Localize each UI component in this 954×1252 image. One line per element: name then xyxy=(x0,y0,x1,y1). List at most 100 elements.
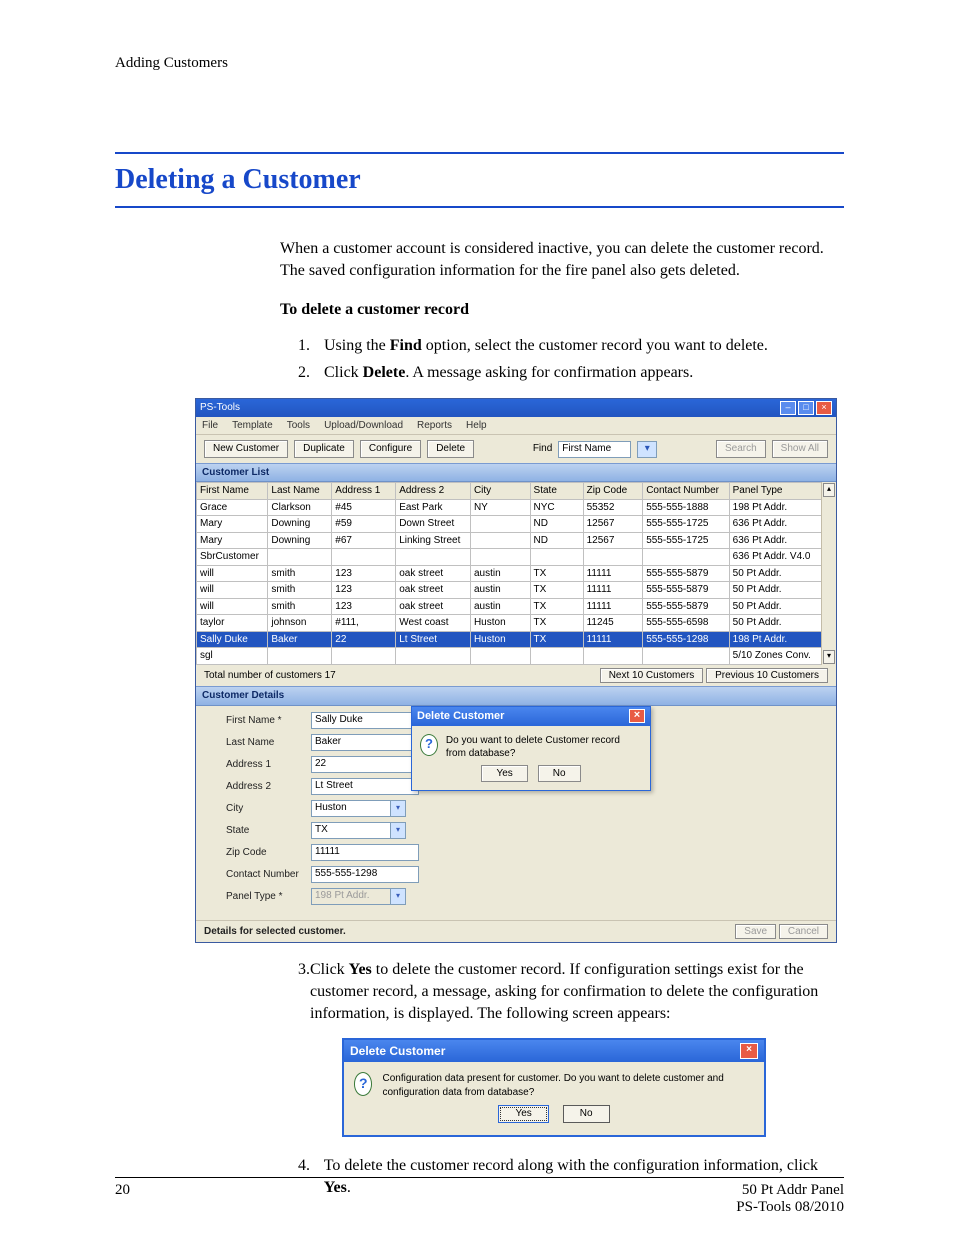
minimize-icon[interactable]: – xyxy=(780,401,796,415)
menu-item[interactable]: Help xyxy=(466,419,487,433)
column-header[interactable]: Panel Type xyxy=(729,483,821,500)
duplicate-button[interactable]: Duplicate xyxy=(294,440,354,458)
dialog-title: Delete Customer xyxy=(417,709,504,724)
question-icon: ? xyxy=(354,1072,372,1096)
field-input[interactable]: 555-555-1298 xyxy=(311,866,419,883)
table-row[interactable]: sgl5/10 Zones Conv. xyxy=(197,648,822,665)
toolbar: New Customer Duplicate Configure Delete … xyxy=(196,435,836,463)
field-input[interactable]: Lt Street xyxy=(311,778,419,795)
customer-table[interactable]: First NameLast NameAddress 1Address 2Cit… xyxy=(196,482,822,665)
table-row[interactable]: willsmith123oak streetaustinTX11111555-5… xyxy=(197,565,822,582)
table-row[interactable]: Sally DukeBaker22Lt StreetHustonTX111115… xyxy=(197,631,822,648)
status-bar-text: Details for selected customer. xyxy=(204,925,346,939)
dialog-message: Configuration data present for customer.… xyxy=(382,1072,754,1099)
field-label: Address 1 xyxy=(226,758,311,772)
footer-product: 50 Pt Addr Panel xyxy=(742,1182,844,1198)
cancel-button[interactable]: Cancel xyxy=(779,924,828,939)
field-input: 198 Pt Addr. xyxy=(311,888,391,905)
page-footer: 20 50 Pt Addr Panel PS-Tools 08/2010 xyxy=(115,1177,844,1216)
customer-list-header: Customer List xyxy=(196,463,836,483)
close-icon[interactable]: × xyxy=(629,709,645,723)
close-icon[interactable]: × xyxy=(816,401,832,415)
delete-customer-dialog: Delete Customer × ? Do you want to delet… xyxy=(411,706,651,791)
chevron-down-icon[interactable]: ▾ xyxy=(391,822,406,839)
yes-button[interactable]: Yes xyxy=(498,1105,548,1123)
table-row[interactable]: willsmith123oak streetaustinTX11111555-5… xyxy=(197,582,822,599)
step-item: 1.Using the Find option, select the cust… xyxy=(298,335,844,357)
no-button[interactable]: No xyxy=(563,1105,610,1123)
yes-button[interactable]: Yes xyxy=(481,765,527,783)
table-row[interactable]: SbrCustomer636 Pt Addr. V4.0 xyxy=(197,549,822,566)
step-item: 2.Click Delete. A message asking for con… xyxy=(298,362,844,384)
field-label: Zip Code xyxy=(226,846,311,860)
field-label: Contact Number xyxy=(226,868,311,882)
field-label: Address 2 xyxy=(226,780,311,794)
save-button[interactable]: Save xyxy=(735,924,776,939)
intro-paragraph: When a customer account is considered in… xyxy=(280,238,844,281)
menu-bar: File Template Tools Upload/Download Reports H… xyxy=(196,417,836,436)
field-label: Panel Type * xyxy=(226,890,311,904)
field-input[interactable]: Baker xyxy=(311,734,419,751)
menu-item[interactable]: Reports xyxy=(417,419,452,433)
chevron-down-icon[interactable]: ▾ xyxy=(391,800,406,817)
dialog-message: Do you want to delete Customer record fr… xyxy=(446,734,642,761)
search-button[interactable]: Search xyxy=(716,440,766,458)
dialog-title: Delete Customer xyxy=(350,1043,445,1059)
column-header[interactable]: Last Name xyxy=(268,483,332,500)
menu-item[interactable]: Tools xyxy=(287,419,310,433)
section-heading: Deleting a Customer xyxy=(115,152,844,208)
step-item: 3.Click Yes to delete the customer recor… xyxy=(298,959,844,1024)
field-input[interactable]: Huston xyxy=(311,800,391,817)
new-customer-button[interactable]: New Customer xyxy=(204,440,288,458)
running-head: Adding Customers xyxy=(115,55,844,72)
question-icon: ? xyxy=(420,734,438,756)
column-header[interactable]: State xyxy=(530,483,583,500)
configure-button[interactable]: Configure xyxy=(360,440,421,458)
menu-item[interactable]: Template xyxy=(232,419,273,433)
scroll-down-icon[interactable]: ▾ xyxy=(823,650,835,664)
field-input[interactable]: 11111 xyxy=(311,844,419,861)
field-label: City xyxy=(226,802,311,816)
steps-list-a: 1.Using the Find option, select the cust… xyxy=(298,335,844,384)
chevron-down-icon[interactable]: ▾ xyxy=(637,441,657,458)
table-row[interactable]: MaryDowning#59Down StreetND12567555-555-… xyxy=(197,516,822,533)
table-row[interactable]: taylorjohnson#111,West coastHustonTX1124… xyxy=(197,615,822,632)
customer-details-header: Customer Details xyxy=(196,686,836,706)
column-header[interactable]: Address 2 xyxy=(396,483,471,500)
field-label: Last Name xyxy=(226,736,311,750)
column-header[interactable]: Contact Number xyxy=(643,483,729,500)
menu-item[interactable]: File xyxy=(202,419,218,433)
page-number: 20 xyxy=(115,1182,130,1216)
total-customers-label: Total number of customers 17 xyxy=(204,669,336,683)
field-input[interactable]: 22 xyxy=(311,756,419,773)
column-header[interactable]: Zip Code xyxy=(583,483,643,500)
subheading: To delete a customer record xyxy=(280,299,844,321)
chevron-down-icon: ▾ xyxy=(391,888,406,905)
no-button[interactable]: No xyxy=(538,765,581,783)
show-all-button[interactable]: Show All xyxy=(772,440,828,458)
table-row[interactable]: MaryDowning#67Linking StreetND12567555-5… xyxy=(197,532,822,549)
delete-button[interactable]: Delete xyxy=(427,440,474,458)
table-row[interactable]: willsmith123oak streetaustinTX11111555-5… xyxy=(197,598,822,615)
screenshot-1: PS-Tools – □ × File Template Tools Upload/D… xyxy=(195,398,844,944)
customer-details-panel: Delete Customer × ? Do you want to delet… xyxy=(196,706,836,920)
next-customers-button[interactable]: Next 10 Customers xyxy=(600,668,704,683)
table-row[interactable]: GraceClarkson#45East ParkNYNYC55352555-5… xyxy=(197,499,822,516)
column-header[interactable]: Address 1 xyxy=(332,483,396,500)
steps-list-b: 3.Click Yes to delete the customer recor… xyxy=(298,959,844,1024)
close-icon[interactable]: × xyxy=(740,1043,758,1059)
menu-item[interactable]: Upload/Download xyxy=(324,419,403,433)
scroll-up-icon[interactable]: ▴ xyxy=(823,483,835,497)
maximize-icon[interactable]: □ xyxy=(798,401,814,415)
screenshot-2: Delete Customer × ? Configuration data p… xyxy=(342,1038,844,1137)
field-input[interactable]: Sally Duke xyxy=(311,712,419,729)
vertical-scrollbar[interactable]: ▴ ▾ xyxy=(821,482,836,665)
window-title: PS-Tools xyxy=(200,401,240,415)
prev-customers-button[interactable]: Previous 10 Customers xyxy=(706,668,828,683)
find-label: Find xyxy=(533,442,552,456)
column-header[interactable]: City xyxy=(470,483,530,500)
field-input[interactable]: TX xyxy=(311,822,391,839)
find-field[interactable]: First Name xyxy=(558,441,631,458)
column-header[interactable]: First Name xyxy=(197,483,268,500)
window-titlebar: PS-Tools – □ × xyxy=(196,399,836,417)
